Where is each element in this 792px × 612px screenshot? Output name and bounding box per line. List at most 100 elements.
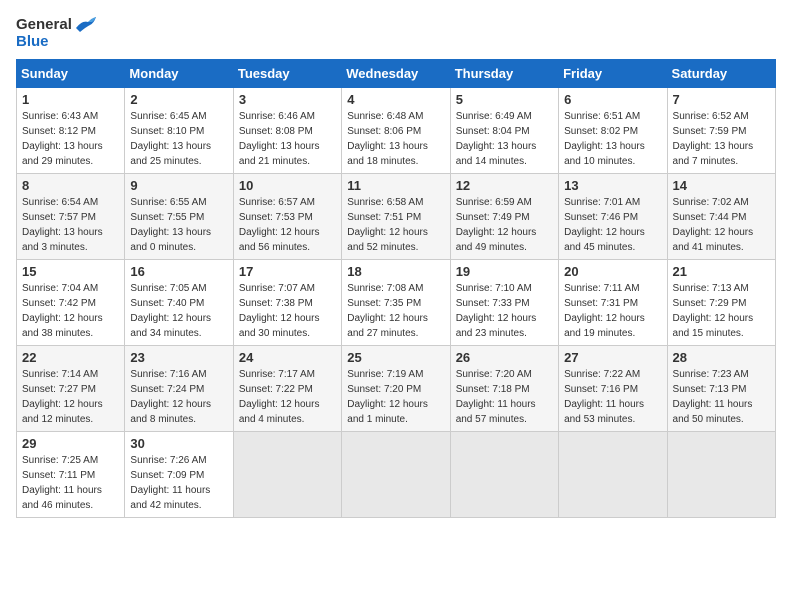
- day-info: Sunrise: 7:13 AMSunset: 7:29 PMDaylight:…: [673, 281, 770, 341]
- day-number: 1: [22, 92, 119, 107]
- table-row: 4Sunrise: 6:48 AMSunset: 8:06 PMDaylight…: [342, 87, 450, 173]
- table-row: 13 Sunrise: 7:01 AMSunset: 7:46 PMDayligh…: [559, 173, 667, 259]
- table-row: [559, 431, 667, 517]
- day-number: 12: [456, 178, 553, 193]
- day-number: 9: [130, 178, 227, 193]
- day-info: Sunrise: 7:04 AMSunset: 7:42 PMDaylight:…: [22, 281, 119, 341]
- day-number: 18: [347, 264, 444, 279]
- day-number: 26: [456, 350, 553, 365]
- table-row: 18 Sunrise: 7:08 AMSunset: 7:35 PMDayligh…: [342, 259, 450, 345]
- table-row: 24 Sunrise: 7:17 AMSunset: 7:22 PMDayligh…: [233, 345, 341, 431]
- logo-general: General: [16, 17, 72, 34]
- table-row: 6 Sunrise: 6:51 AMSunset: 8:02 PMDaylight…: [559, 87, 667, 173]
- day-number: 2: [130, 92, 227, 107]
- day-number: 24: [239, 350, 336, 365]
- day-number: 20: [564, 264, 661, 279]
- day-number: 15: [22, 264, 119, 279]
- day-info: Sunrise: 7:02 AMSunset: 7:44 PMDaylight:…: [673, 195, 770, 255]
- day-number: 6: [564, 92, 661, 107]
- day-number: 5: [456, 92, 553, 107]
- table-row: 16 Sunrise: 7:05 AMSunset: 7:40 PMDayligh…: [125, 259, 233, 345]
- day-info: Sunrise: 6:57 AMSunset: 7:53 PMDaylight:…: [239, 195, 336, 255]
- weekday-header-thursday: Thursday: [450, 59, 558, 87]
- table-row: 15 Sunrise: 7:04 AMSunset: 7:42 PMDayligh…: [17, 259, 125, 345]
- table-row: 28 Sunrise: 7:23 AMSunset: 7:13 PMDayligh…: [667, 345, 775, 431]
- day-number: 21: [673, 264, 770, 279]
- day-number: 7: [673, 92, 770, 107]
- table-row: 17 Sunrise: 7:07 AMSunset: 7:38 PMDayligh…: [233, 259, 341, 345]
- table-row: [450, 431, 558, 517]
- day-number: 30: [130, 436, 227, 451]
- table-row: 9 Sunrise: 6:55 AMSunset: 7:55 PMDaylight…: [125, 173, 233, 259]
- weekday-header-tuesday: Tuesday: [233, 59, 341, 87]
- table-row: 21 Sunrise: 7:13 AMSunset: 7:29 PMDayligh…: [667, 259, 775, 345]
- day-info: Sunrise: 7:16 AMSunset: 7:24 PMDaylight:…: [130, 367, 227, 427]
- day-number: 11: [347, 178, 444, 193]
- day-info: Sunrise: 7:01 AMSunset: 7:46 PMDaylight:…: [564, 195, 661, 255]
- day-info: Sunrise: 6:52 AMSunset: 7:59 PMDaylight:…: [673, 109, 770, 169]
- day-number: 23: [130, 350, 227, 365]
- day-info: Sunrise: 6:51 AMSunset: 8:02 PMDaylight:…: [564, 109, 661, 169]
- day-info: Sunrise: 7:05 AMSunset: 7:40 PMDaylight:…: [130, 281, 227, 341]
- table-row: 29Sunrise: 7:25 AMSunset: 7:11 PMDayligh…: [17, 431, 125, 517]
- table-row: 23 Sunrise: 7:16 AMSunset: 7:24 PMDayligh…: [125, 345, 233, 431]
- weekday-header-sunday: Sunday: [17, 59, 125, 87]
- table-row: 7 Sunrise: 6:52 AMSunset: 7:59 PMDaylight…: [667, 87, 775, 173]
- table-row: 3 Sunrise: 6:46 AMSunset: 8:08 PMDaylight…: [233, 87, 341, 173]
- day-number: 3: [239, 92, 336, 107]
- day-info: Sunrise: 7:11 AMSunset: 7:31 PMDaylight:…: [564, 281, 661, 341]
- table-row: 14 Sunrise: 7:02 AMSunset: 7:44 PMDayligh…: [667, 173, 775, 259]
- day-number: 27: [564, 350, 661, 365]
- day-info: Sunrise: 6:43 AMSunset: 8:12 PMDaylight:…: [22, 109, 119, 169]
- day-number: 13: [564, 178, 661, 193]
- table-row: 25 Sunrise: 7:19 AMSunset: 7:20 PMDayligh…: [342, 345, 450, 431]
- weekday-header-wednesday: Wednesday: [342, 59, 450, 87]
- day-info: Sunrise: 7:17 AMSunset: 7:22 PMDaylight:…: [239, 367, 336, 427]
- table-row: 5 Sunrise: 6:49 AMSunset: 8:04 PMDaylight…: [450, 87, 558, 173]
- table-row: 20 Sunrise: 7:11 AMSunset: 7:31 PMDayligh…: [559, 259, 667, 345]
- weekday-header-monday: Monday: [125, 59, 233, 87]
- day-info: Sunrise: 7:22 AMSunset: 7:16 PMDaylight:…: [564, 367, 661, 427]
- day-number: 25: [347, 350, 444, 365]
- day-info: Sunrise: 7:20 AMSunset: 7:18 PMDaylight:…: [456, 367, 553, 427]
- header: General Blue: [16, 16, 776, 51]
- table-row: [342, 431, 450, 517]
- day-number: 19: [456, 264, 553, 279]
- day-number: 14: [673, 178, 770, 193]
- day-number: 16: [130, 264, 227, 279]
- day-info: Sunrise: 6:49 AMSunset: 8:04 PMDaylight:…: [456, 109, 553, 169]
- day-info: Sunrise: 7:23 AMSunset: 7:13 PMDaylight:…: [673, 367, 770, 427]
- day-info: Sunrise: 6:55 AMSunset: 7:55 PMDaylight:…: [130, 195, 227, 255]
- day-info: Sunrise: 7:19 AMSunset: 7:20 PMDaylight:…: [347, 367, 444, 427]
- day-info: Sunrise: 6:58 AMSunset: 7:51 PMDaylight:…: [347, 195, 444, 255]
- day-number: 28: [673, 350, 770, 365]
- weekday-header-friday: Friday: [559, 59, 667, 87]
- day-info: Sunrise: 7:07 AMSunset: 7:38 PMDaylight:…: [239, 281, 336, 341]
- day-number: 17: [239, 264, 336, 279]
- day-info: Sunrise: 6:48 AMSunset: 8:06 PMDaylight:…: [347, 109, 444, 169]
- logo-blue: Blue: [16, 34, 49, 51]
- calendar-table: SundayMondayTuesdayWednesdayThursdayFrid…: [16, 59, 776, 518]
- table-row: 10 Sunrise: 6:57 AMSunset: 7:53 PMDayligh…: [233, 173, 341, 259]
- day-info: Sunrise: 7:10 AMSunset: 7:33 PMDaylight:…: [456, 281, 553, 341]
- day-info: Sunrise: 6:54 AMSunset: 7:57 PMDaylight:…: [22, 195, 119, 255]
- table-row: [667, 431, 775, 517]
- day-info: Sunrise: 7:14 AMSunset: 7:27 PMDaylight:…: [22, 367, 119, 427]
- day-info: Sunrise: 6:45 AMSunset: 8:10 PMDaylight:…: [130, 109, 227, 169]
- day-number: 10: [239, 178, 336, 193]
- table-row: [233, 431, 341, 517]
- table-row: 26 Sunrise: 7:20 AMSunset: 7:18 PMDayligh…: [450, 345, 558, 431]
- logo: General Blue: [16, 16, 96, 51]
- day-info: Sunrise: 6:59 AMSunset: 7:49 PMDaylight:…: [456, 195, 553, 255]
- table-row: 11 Sunrise: 6:58 AMSunset: 7:51 PMDayligh…: [342, 173, 450, 259]
- table-row: 2 Sunrise: 6:45 AMSunset: 8:10 PMDaylight…: [125, 87, 233, 173]
- day-info: Sunrise: 7:08 AMSunset: 7:35 PMDaylight:…: [347, 281, 444, 341]
- table-row: 30 Sunrise: 7:26 AMSunset: 7:09 PMDayligh…: [125, 431, 233, 517]
- table-row: 22Sunrise: 7:14 AMSunset: 7:27 PMDayligh…: [17, 345, 125, 431]
- logo-bird-icon: [74, 16, 96, 34]
- day-number: 8: [22, 178, 119, 193]
- table-row: 19 Sunrise: 7:10 AMSunset: 7:33 PMDayligh…: [450, 259, 558, 345]
- day-info: Sunrise: 7:26 AMSunset: 7:09 PMDaylight:…: [130, 453, 227, 513]
- day-info: Sunrise: 7:25 AMSunset: 7:11 PMDaylight:…: [22, 453, 119, 513]
- day-info: Sunrise: 6:46 AMSunset: 8:08 PMDaylight:…: [239, 109, 336, 169]
